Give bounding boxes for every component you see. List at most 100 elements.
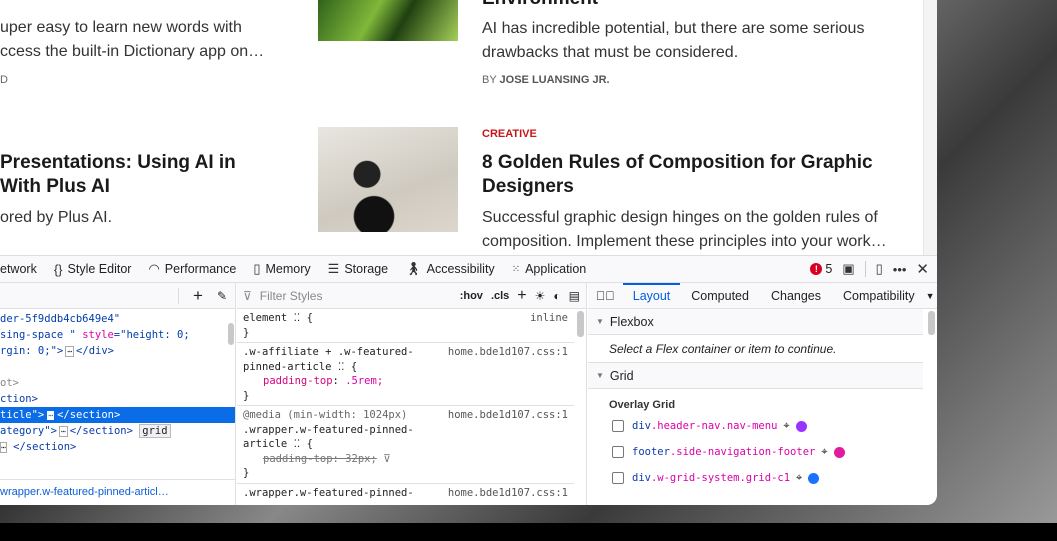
markup-line[interactable]: sing-space " style="height: 0; (0, 327, 235, 343)
css-rule: .wrapper.w-featured-pinned-home.bde1d107… (237, 484, 574, 503)
article-title[interactable]: With Plus AI (0, 174, 110, 199)
tab-label: Performance (164, 262, 237, 276)
dock-layout-icon[interactable]: ▣ (842, 261, 854, 277)
rules-scrollbar[interactable] (577, 311, 584, 337)
layout-scrollbar[interactable] (928, 311, 935, 335)
grid-color-swatch[interactable] (795, 420, 807, 432)
eyedropper-icon[interactable]: ✎ (217, 289, 227, 303)
grid-checkbox[interactable] (612, 472, 624, 484)
rule-source-link[interactable]: home.bde1d107.css:1 (448, 408, 568, 423)
chevron-down-icon[interactable]: ▼ (926, 291, 935, 301)
crosshair-icon[interactable]: ⌖ (783, 419, 789, 433)
print-media-icon[interactable]: ▤ (569, 289, 580, 303)
devtools-toolbar: etwork {} Style Editor ◠ Performance ▯ Memo… (0, 255, 937, 283)
markup-text: ticle"> (0, 409, 45, 421)
markup-text: ategory"> (0, 425, 57, 437)
more-options-icon[interactable]: ••• (893, 262, 907, 277)
tab-application[interactable]: ⁙ Application (512, 262, 587, 276)
byline-prefix: BY (482, 74, 497, 86)
attr-value: ="height: 0; (113, 329, 190, 341)
breadcrumb[interactable]: wrapper.w-featured-pinned-articl… (0, 479, 235, 505)
tab-changes[interactable]: Changes (760, 289, 832, 303)
tab-computed[interactable]: Computed (680, 289, 760, 303)
article-title[interactable]: Designers (482, 174, 574, 199)
dark-mode-icon[interactable]: ◐ (553, 289, 560, 303)
tab-performance[interactable]: ◠ Performance (148, 261, 236, 277)
grid-section-header[interactable]: ▼ Grid (588, 363, 923, 389)
article-excerpt: AI has incredible potential, but there a… (482, 20, 865, 37)
hov-toggle[interactable]: :hov (460, 290, 483, 302)
article-image-plants[interactable] (318, 0, 458, 41)
css-declaration-overridden[interactable]: padding-top: 32px; ⊽ (243, 452, 568, 467)
error-icon: ! (810, 263, 823, 275)
markup-text: rgin: 0;"> (0, 345, 64, 357)
tab-label: etwork (0, 262, 37, 276)
cls-toggle[interactable]: .cls (491, 290, 509, 302)
markup-line[interactable]: ategory"> ⋯ </section> grid (0, 423, 235, 439)
grid-overlay-item[interactable]: footer .side-navigation-footer ⌖ (588, 439, 923, 465)
error-count-button[interactable]: ! 5 (810, 262, 832, 276)
tab-style-editor[interactable]: {} Style Editor (54, 262, 132, 277)
crosshair-icon[interactable]: ⌖ (796, 471, 802, 485)
markup-line[interactable]: rgin: 0;"> ⋯ </div> (0, 343, 235, 359)
tab-network[interactable]: etwork (0, 262, 37, 276)
article-title[interactable]: Environment (482, 0, 598, 11)
markup-line[interactable]: der-5f9ddb4cb649e4" (0, 311, 235, 327)
grid-badge[interactable]: grid (139, 424, 171, 438)
light-mode-icon[interactable]: ☀ (535, 289, 546, 303)
article-image-designer[interactable] (318, 127, 458, 232)
rule-source-link[interactable]: home.bde1d107.css:1 (448, 345, 568, 360)
ellipsis-badge[interactable]: ⋯ (0, 442, 7, 453)
overlay-grid-heading: Overlay Grid (609, 399, 676, 411)
markup-line[interactable]: ot> (0, 375, 235, 391)
grid-checkbox[interactable] (612, 446, 624, 458)
grid-overlay-item[interactable]: div .header-nav.nav-menu ⌖ (588, 413, 923, 439)
tab-compatibility[interactable]: Compatibility (832, 289, 926, 303)
grid-checkbox[interactable] (612, 420, 624, 432)
tab-storage[interactable]: ☰ Storage (328, 261, 388, 277)
filter-icon[interactable]: ⊽ (383, 453, 391, 465)
selector: .w-affiliate + .w-featured- (243, 346, 414, 358)
grid-color-swatch[interactable] (833, 446, 845, 458)
property-overridden: padding-top: 32px; (263, 452, 377, 465)
grid-overlay-item[interactable]: div .w-grid-system.grid-c1 ⌖ (588, 465, 923, 491)
author-link[interactable]: JOSE LUANSING JR. (500, 74, 610, 86)
storage-icon: ☰ (327, 261, 340, 276)
flexbox-section-header[interactable]: ▼ Flexbox (588, 309, 923, 335)
markup-text: sing-space " (0, 329, 83, 341)
markup-line-selected[interactable]: ticle"> ⋯ </section> (0, 407, 235, 423)
property-name: padding-top (263, 375, 333, 387)
grid-color-swatch[interactable] (808, 472, 820, 484)
add-rule-icon[interactable]: + (517, 287, 526, 305)
rule-source-link[interactable]: home.bde1d107.css:1 (448, 486, 568, 501)
markup-text: der-5f9ddb4cb649e4" (0, 313, 121, 325)
gauge-icon: ◠ (148, 261, 160, 276)
ellipsis-badge[interactable]: ⋯ (65, 346, 75, 357)
css-declaration[interactable]: padding-top: .5rem; (243, 374, 568, 389)
article-excerpt: uper easy to learn new words with (0, 19, 242, 36)
layout-content: ▼ Flexbox Select a Flex container or item… (588, 309, 937, 491)
tab-layout[interactable]: Layout (622, 283, 681, 307)
page-scrollbar[interactable] (923, 0, 937, 255)
markup-scrollbar[interactable] (228, 323, 234, 345)
filter-styles-input[interactable]: Filter Styles (260, 289, 452, 303)
markup-line[interactable]: ⋯ </section> (0, 439, 235, 455)
rules-panel: ⊽ Filter Styles :hov .cls + ☀ ◐ ▤ elemen… (237, 283, 587, 505)
article-title[interactable]: Presentations: Using AI in (0, 150, 236, 175)
close-icon[interactable]: ✕ (916, 260, 929, 278)
selector: pinned-article (243, 360, 332, 373)
ellipsis-badge[interactable]: ⋯ (58, 426, 68, 437)
markup-line[interactable]: ction> (0, 391, 235, 407)
article-title[interactable]: 8 Golden Rules of Composition for Graphi… (482, 150, 873, 175)
ellipsis-badge[interactable]: ⋯ (47, 411, 55, 420)
tab-accessibility[interactable]: 🚶︎ Accessibility (405, 261, 495, 277)
grid-class: .header-nav.nav-menu (650, 420, 778, 432)
selector: .wrapper.w-featured-pinned- (243, 423, 414, 436)
add-node-icon[interactable]: + (193, 286, 203, 306)
rule-source: inline (530, 312, 568, 324)
category-label[interactable]: CREATIVE (482, 128, 537, 140)
tab-memory[interactable]: ▯ Memory (253, 261, 310, 277)
sidebar-toggle-icon[interactable]: ▸⃞ (588, 289, 623, 303)
responsive-design-icon[interactable]: ▯ (876, 261, 883, 277)
crosshair-icon[interactable]: ⌖ (821, 445, 827, 459)
